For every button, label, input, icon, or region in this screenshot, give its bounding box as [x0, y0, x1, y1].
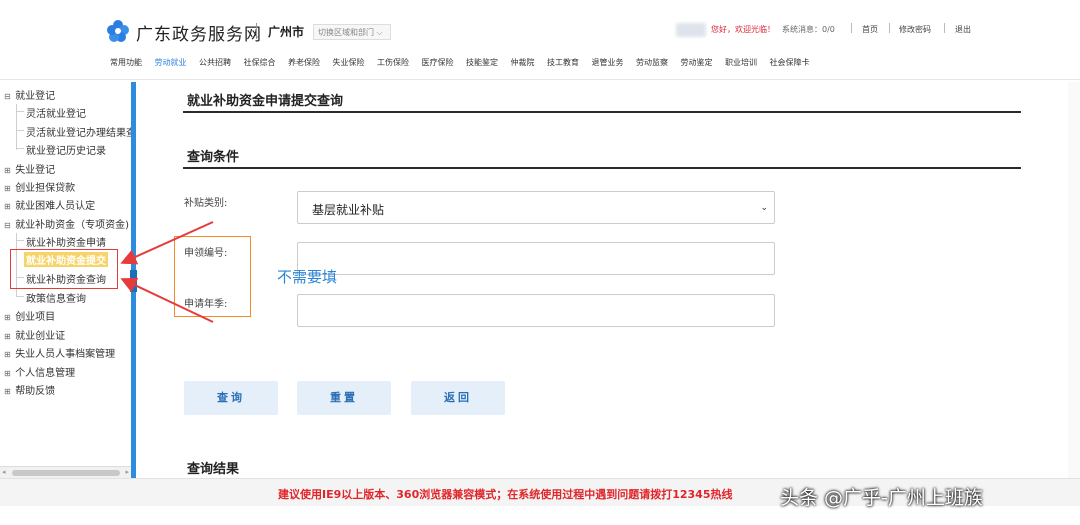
annotation-arrows	[120, 221, 214, 323]
annotation-arrow	[120, 221, 214, 265]
watermark: 头条 @广乎-广州上班族	[780, 487, 983, 509]
main-vertical-scrollbar[interactable]	[1068, 82, 1080, 478]
annotation-arrow	[120, 277, 214, 323]
footer-notice: 建议使用IE9以上版本、360浏览器兼容模式；在系统使用过程中遇到问题请拨打12…	[278, 488, 733, 501]
